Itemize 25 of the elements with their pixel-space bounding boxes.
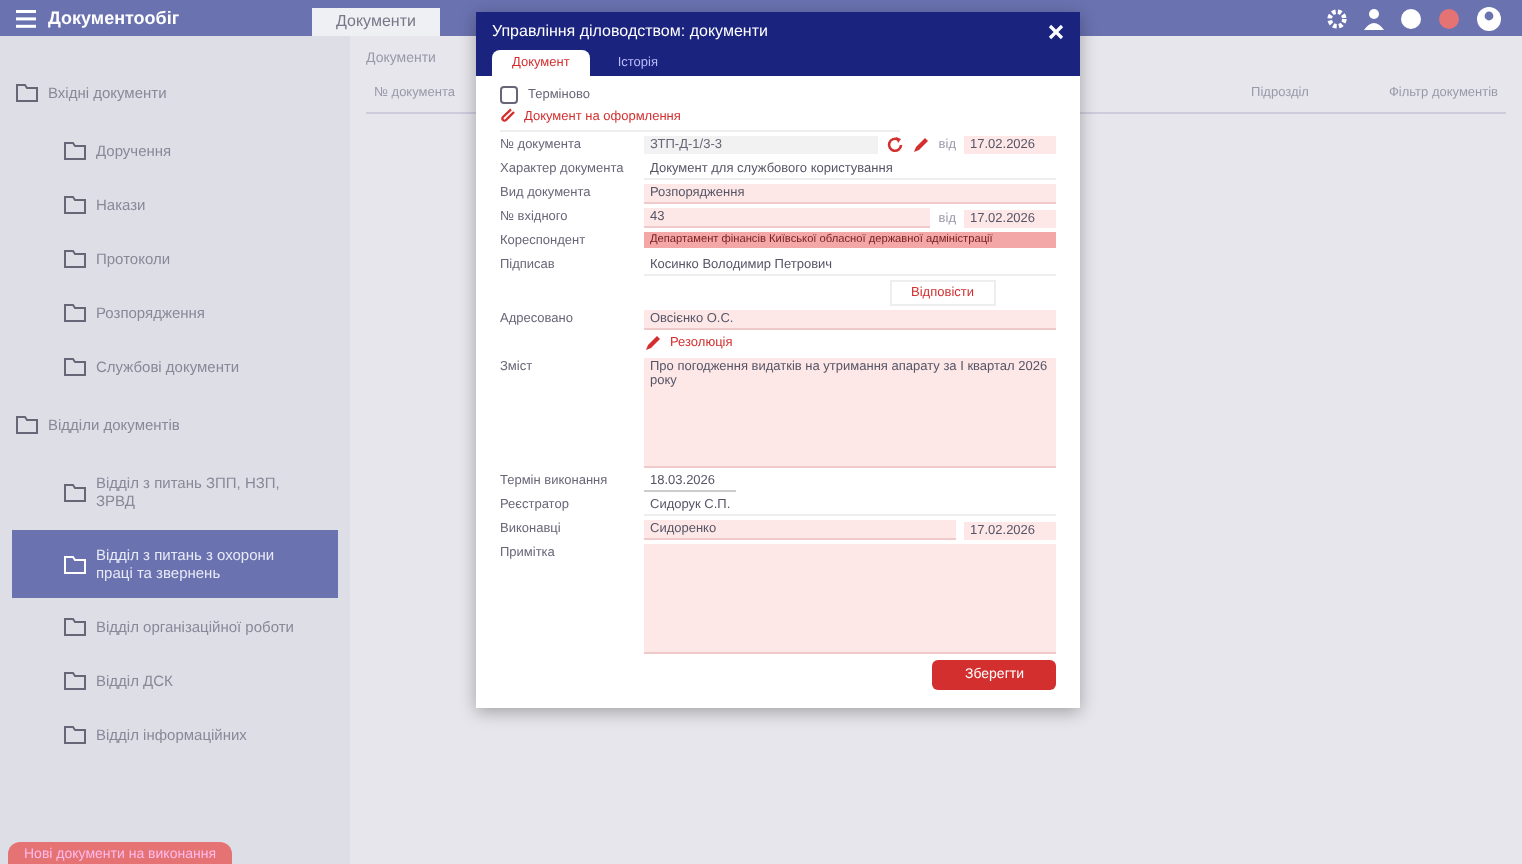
folder-icon [64,726,86,744]
avatar-icon[interactable] [1476,5,1502,31]
app-logo: Документообіг [48,8,180,28]
pencil-icon [644,334,662,352]
folder-icon [64,618,86,636]
folder-icon [64,358,86,376]
folder-icon [64,142,86,160]
folder-icon [64,555,86,573]
folder-icon [64,250,86,268]
folder-icon [16,84,38,102]
refresh-icon[interactable] [886,136,905,154]
folder-icon [64,304,86,322]
close-icon[interactable] [1048,23,1064,39]
paperclip-icon [500,108,518,126]
folder-icon [16,416,38,434]
menu-icon[interactable] [16,9,36,27]
user-icon[interactable] [1364,7,1384,29]
pencil-icon[interactable] [912,136,931,154]
app-tab[interactable]: Документи [312,8,440,36]
folder-icon [64,672,86,690]
folder-icon [64,483,86,501]
dialog-title: Управління діловодством: документи [492,22,768,40]
gear-icon[interactable] [1326,7,1348,29]
urgent-checkbox[interactable] [500,86,518,104]
folder-icon [64,196,86,214]
